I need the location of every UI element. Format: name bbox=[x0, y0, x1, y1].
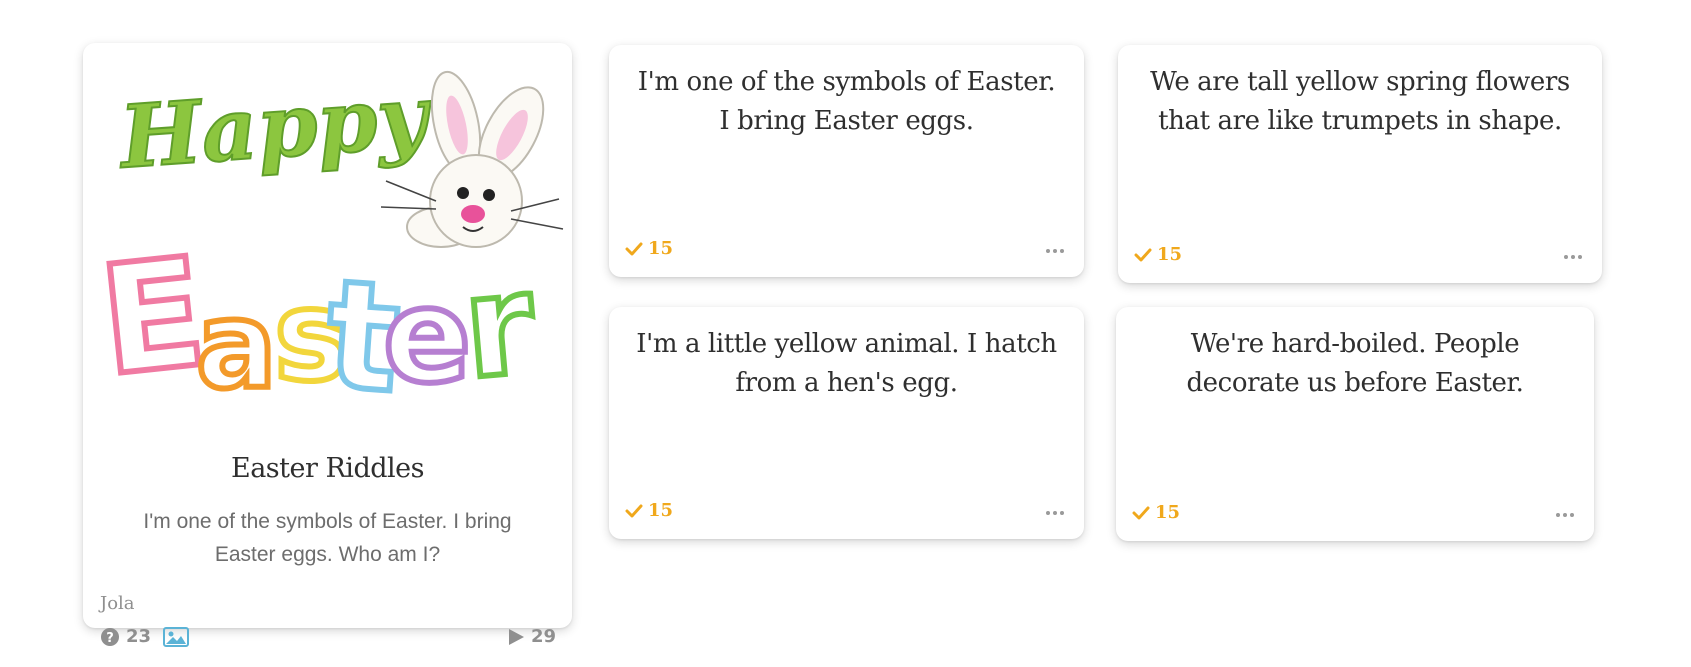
svg-text:E: E bbox=[93, 226, 213, 410]
play-count-stat: 29 bbox=[507, 626, 556, 647]
points-value: 15 bbox=[1157, 244, 1183, 265]
play-icon bbox=[508, 628, 524, 645]
points-value: 15 bbox=[1155, 502, 1181, 523]
more-options-icon[interactable] bbox=[1046, 511, 1064, 515]
more-options-icon[interactable] bbox=[1564, 255, 1582, 259]
play-count: 29 bbox=[530, 626, 556, 647]
riddle-card[interactable]: I'm a little yellow animal. I hatch from… bbox=[609, 307, 1084, 539]
question-count: 23 bbox=[126, 626, 152, 647]
more-options-icon[interactable] bbox=[1556, 513, 1574, 517]
question-count-stat: ? 23 bbox=[100, 626, 190, 647]
quiz-title[interactable]: Easter Riddles bbox=[83, 453, 572, 484]
question-circle-icon: ? bbox=[101, 627, 119, 646]
svg-text:e: e bbox=[383, 260, 471, 412]
svg-text:?: ? bbox=[106, 631, 114, 646]
check-icon bbox=[1134, 248, 1152, 261]
more-options-icon[interactable] bbox=[1046, 249, 1064, 253]
points-badge: 15 bbox=[625, 238, 673, 259]
points-badge: 15 bbox=[1134, 244, 1182, 265]
image-icon bbox=[163, 626, 190, 647]
riddle-card[interactable]: I'm one of the symbols of Easter. I brin… bbox=[609, 45, 1084, 277]
check-icon bbox=[625, 504, 643, 517]
riddle-text: I'm a little yellow animal. I hatch from… bbox=[636, 329, 1057, 398]
riddle-text: We are tall yellow spring flowers that a… bbox=[1150, 67, 1570, 136]
points-value: 15 bbox=[648, 238, 674, 259]
points-value: 15 bbox=[648, 500, 674, 521]
author-name[interactable]: Jola bbox=[100, 593, 135, 614]
check-icon bbox=[1132, 506, 1150, 519]
cover-image: Happy E a s t e r bbox=[91, 65, 564, 430]
riddle-text: I'm one of the symbols of Easter. I brin… bbox=[637, 67, 1056, 136]
points-badge: 15 bbox=[1132, 502, 1180, 523]
check-icon bbox=[625, 242, 643, 255]
riddle-text: We're hard-boiled. People decorate us be… bbox=[1186, 329, 1524, 398]
points-badge: 15 bbox=[625, 500, 673, 521]
riddle-card[interactable]: We are tall yellow spring flowers that a… bbox=[1118, 45, 1602, 283]
svg-text:Happy: Happy bbox=[114, 66, 436, 189]
quiz-description: I'm one of the symbols of Easter. I brin… bbox=[143, 510, 512, 566]
riddle-card[interactable]: We're hard-boiled. People decorate us be… bbox=[1116, 307, 1594, 541]
svg-text:a: a bbox=[196, 277, 277, 416]
quiz-card[interactable]: Happy E a s t e r Easter Riddles I'm one… bbox=[83, 43, 572, 647]
svg-text:r: r bbox=[457, 243, 540, 411]
